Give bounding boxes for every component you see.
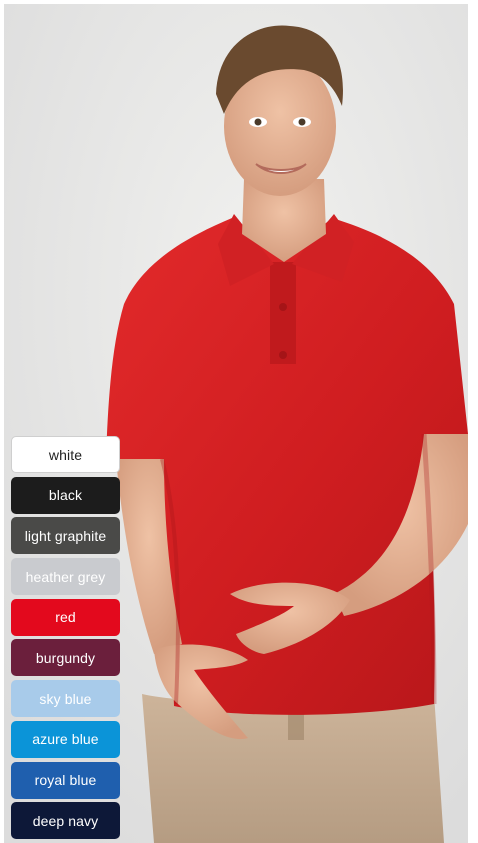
color-swatch-label: red [55, 609, 76, 626]
color-swatch-label: light graphite [24, 527, 107, 544]
color-swatch-deep-navy[interactable]: deep navy [11, 802, 120, 840]
color-swatch-label: white [48, 446, 83, 463]
color-swatch-white[interactable]: white [11, 436, 120, 473]
color-swatch-red[interactable]: red [11, 598, 120, 636]
color-swatch-list: white black light graphite heather grey red b… [11, 436, 120, 843]
color-swatch-label: royal blue [34, 772, 97, 788]
color-swatch-label: heather grey [25, 568, 106, 585]
color-swatch-azure-blue[interactable]: azure blue [11, 720, 120, 758]
color-swatch-burgundy[interactable]: burgundy [11, 639, 120, 677]
color-swatch-label: burgundy [35, 649, 96, 666]
color-swatch-label: deep navy [32, 812, 99, 829]
color-swatch-label: black [48, 487, 83, 504]
color-swatch-light-graphite[interactable]: light graphite [11, 517, 120, 555]
product-viewer: white black light graphite heather grey red b… [0, 0, 478, 843]
color-swatch-sky-blue[interactable]: sky blue [11, 680, 120, 718]
color-swatch-royal-blue[interactable]: royal blue [11, 761, 120, 799]
color-swatch-black[interactable]: black [11, 476, 120, 514]
color-swatch-label: azure blue [32, 731, 99, 748]
color-swatch-heather-grey[interactable]: heather grey [11, 558, 120, 596]
color-swatch-label: sky blue [39, 690, 92, 707]
